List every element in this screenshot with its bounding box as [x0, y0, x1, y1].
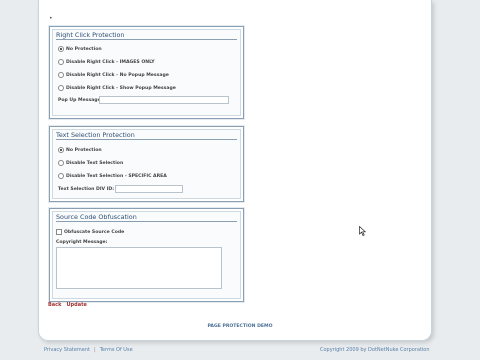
- radio-icon[interactable]: [58, 59, 64, 65]
- text-selection-option-disable[interactable]: Disable Text Selection: [58, 160, 123, 166]
- div-id-input[interactable]: [115, 185, 183, 193]
- option-label: No Protection: [66, 147, 102, 153]
- radio-icon[interactable]: [58, 173, 64, 179]
- right-click-section: Right Click Protection No Protection Dis…: [49, 26, 244, 119]
- radio-icon[interactable]: [58, 160, 64, 166]
- right-click-option-show-popup[interactable]: Disable Right Click - Show Popup Message: [58, 85, 176, 91]
- copyright-message-label: Copyright Message:: [56, 240, 108, 245]
- mouse-cursor-icon: [359, 226, 366, 236]
- option-label: Disable Text Selection: [66, 160, 124, 166]
- text-selection-option-specific[interactable]: Disable Text Selection - SPECIFIC AREA: [58, 173, 167, 179]
- radio-icon[interactable]: [58, 85, 64, 91]
- radio-selected-icon[interactable]: [58, 147, 64, 153]
- right-click-option-none[interactable]: No Protection: [58, 46, 102, 52]
- source-code-section: Source Code Obfuscation Obfuscate Source…: [49, 208, 244, 302]
- checkbox-icon[interactable]: [56, 229, 62, 235]
- update-link[interactable]: Update: [66, 302, 86, 308]
- right-click-title: Right Click Protection: [56, 31, 125, 39]
- top-marker: •: [49, 15, 53, 22]
- back-link[interactable]: Back: [48, 302, 61, 308]
- demo-title: PAGE PROTECTION DEMO: [207, 324, 273, 329]
- div-id-label: Text Selection DIV ID:: [58, 187, 115, 192]
- text-selection-inner: Text Selection Protection No Protection …: [52, 129, 241, 199]
- popup-message-label: Pop Up Message :: [58, 98, 105, 103]
- privacy-link[interactable]: Privacy Statement: [44, 347, 90, 353]
- popup-message-input[interactable]: [99, 96, 229, 104]
- right-click-option-images-only[interactable]: Disable Right Click - IMAGES ONLY: [58, 59, 155, 65]
- source-code-title: Source Code Obfuscation: [56, 213, 137, 221]
- option-label: Disable Right Click - Show Popup Message: [66, 85, 176, 91]
- option-label: Disable Text Selection - SPECIFIC AREA: [66, 173, 167, 179]
- terms-link[interactable]: Terms Of Use: [100, 347, 133, 353]
- option-label: Disable Right Click - No Popup Message: [66, 72, 169, 78]
- option-label: Disable Right Click - IMAGES ONLY: [66, 59, 155, 65]
- checkbox-label: Obfuscate Source Code: [64, 229, 125, 235]
- form-actions: Back Update: [48, 302, 92, 308]
- right-click-option-no-popup[interactable]: Disable Right Click - No Popup Message: [58, 72, 169, 78]
- text-selection-title: Text Selection Protection: [56, 131, 135, 139]
- footer-copyright[interactable]: Copyright 2009 by DotNetNuke Corporation: [320, 347, 430, 353]
- option-label: No Protection: [66, 46, 102, 52]
- text-selection-rule: [56, 139, 237, 140]
- footer-links: Privacy Statement | Terms Of Use: [44, 347, 133, 353]
- radio-icon[interactable]: [58, 72, 64, 78]
- source-code-inner: Source Code Obfuscation Obfuscate Source…: [52, 211, 241, 299]
- text-selection-option-none[interactable]: No Protection: [58, 147, 102, 153]
- copyright-message-textarea[interactable]: [56, 247, 222, 289]
- text-selection-section: Text Selection Protection No Protection …: [49, 126, 244, 202]
- right-click-rule: [56, 39, 237, 40]
- obfuscate-option[interactable]: Obfuscate Source Code: [56, 229, 124, 235]
- footer-separator: |: [94, 347, 96, 353]
- right-click-inner: Right Click Protection No Protection Dis…: [52, 29, 241, 116]
- source-code-rule: [56, 221, 237, 222]
- radio-selected-icon[interactable]: [58, 46, 64, 52]
